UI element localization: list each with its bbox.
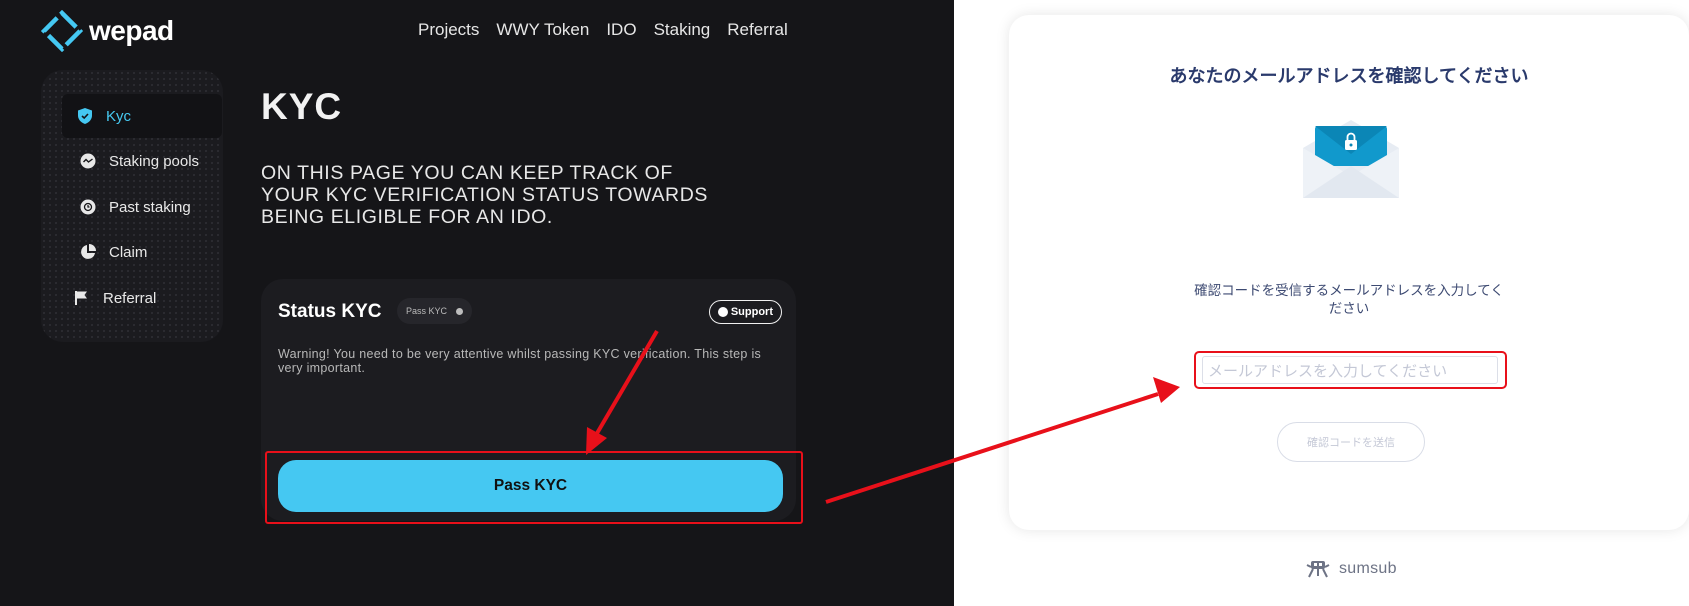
nav-projects[interactable]: Projects: [418, 20, 479, 40]
nav-staking[interactable]: Staking: [654, 20, 711, 40]
send-code-button[interactable]: 確認コードを送信: [1277, 422, 1425, 462]
verification-instruction: 確認コードを受信するメールアドレスを入力してください: [1194, 283, 1504, 316]
pie-chart-icon: [79, 243, 97, 261]
status-badge-label: Pass KYC: [406, 306, 448, 316]
status-title: Status KYC: [278, 301, 382, 322]
staking-icon: [79, 152, 97, 170]
sidebar-item-label: Referral: [103, 289, 157, 307]
status-dot-icon: [456, 307, 464, 315]
sidebar-item-claim[interactable]: Claim: [79, 243, 147, 261]
wepad-app-panel: wepad Projects WWY Token IDO Staking Ref…: [0, 0, 954, 606]
sidebar-item-referral[interactable]: Referral: [73, 289, 156, 307]
support-label: Support: [730, 306, 773, 318]
sidebar-item-label: Claim: [109, 243, 148, 261]
sumsub-label: sumsub: [1339, 560, 1397, 577]
envelope-lock-icon: [1301, 118, 1401, 198]
email-input[interactable]: メールアドレスを入力してください: [1202, 356, 1498, 384]
logo-text: wepad: [89, 15, 174, 46]
sumsub-logo-icon: [1306, 561, 1330, 578]
shield-icon: [76, 107, 94, 125]
highlight-box-email: メールアドレスを入力してください: [1194, 351, 1507, 389]
sidebar-item-past-staking[interactable]: Past staking: [79, 198, 191, 216]
support-icon: [717, 307, 728, 317]
sumsub-branding: sumsub: [1303, 558, 1397, 580]
status-badge: Pass KYC: [397, 298, 473, 324]
sidebar-item-label: Staking pools: [109, 152, 200, 170]
nav-ido[interactable]: IDO: [606, 20, 636, 40]
verification-title: あなたのメールアドレスを確認してください: [1169, 66, 1529, 86]
wepad-logo[interactable]: wepad: [40, 9, 174, 53]
sidebar-item-kyc[interactable]: Kyc: [62, 94, 222, 138]
diamond-logo-icon: [40, 9, 84, 53]
pass-kyc-button[interactable]: Pass KYC: [278, 460, 783, 512]
sidebar-item-label: Kyc: [106, 107, 132, 125]
top-nav: Projects WWY Token IDO Staking Referral: [418, 20, 805, 40]
page-description: ON THIS PAGE YOU CAN KEEP TRACK OF YOUR …: [261, 162, 709, 228]
support-button[interactable]: Support: [708, 300, 782, 324]
sidebar: Kyc Staking pools Past staking Claim Ref…: [41, 70, 223, 342]
sidebar-item-staking-pools[interactable]: Staking pools: [79, 152, 199, 170]
nav-wwy-token[interactable]: WWY Token: [496, 20, 589, 40]
clock-icon: [79, 198, 97, 216]
page-title: KYC: [261, 86, 343, 127]
kyc-warning: Warning! You need to be very attentive w…: [278, 347, 762, 375]
flag-icon: [73, 289, 91, 307]
email-verification-panel: あなたのメールアドレスを確認してください 確認コードを受信するメールアドレスを入…: [1009, 15, 1689, 530]
nav-referral[interactable]: Referral: [727, 20, 787, 40]
sidebar-item-label: Past staking: [109, 198, 191, 216]
